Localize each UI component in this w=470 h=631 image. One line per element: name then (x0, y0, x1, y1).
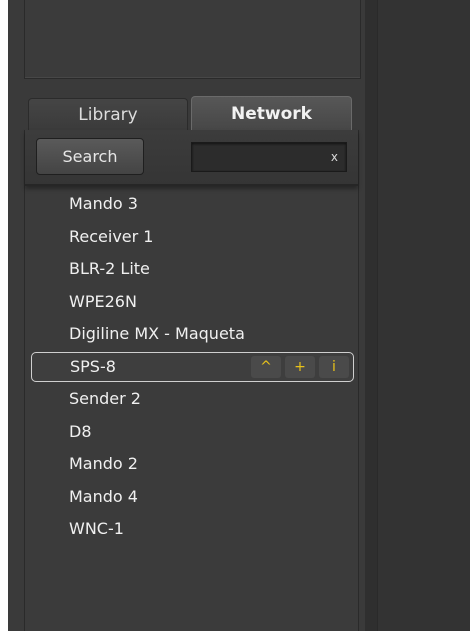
panel-splitter[interactable] (365, 0, 377, 631)
list-item-selected[interactable]: SPS-8 ^ + i (31, 351, 354, 382)
search-bar: Search x (25, 130, 358, 186)
list-item[interactable]: Mando 4 (25, 481, 358, 514)
list-item[interactable]: BLR-2 Lite (25, 253, 358, 286)
list-item[interactable]: WNC-1 (25, 513, 358, 546)
list-item[interactable]: D8 (25, 416, 358, 449)
workspace-area (377, 0, 470, 631)
device-label: Receiver 1 (69, 226, 154, 246)
device-label: Digiline MX - Maqueta (69, 324, 245, 343)
device-label: BLR-2 Lite (69, 259, 150, 278)
list-item[interactable]: Mando 3 (25, 188, 358, 221)
add-icon[interactable]: + (285, 355, 315, 378)
device-label: WPE26N (69, 291, 137, 311)
list-item[interactable]: Mando 2 (25, 448, 358, 481)
item-actions: ^ + i (251, 355, 349, 378)
top-panel-box (24, 0, 361, 79)
device-label: SPS-8 (70, 356, 116, 376)
clear-icon[interactable]: x (331, 148, 338, 166)
info-icon[interactable]: i (319, 355, 349, 378)
network-panel: Search x Mando 3 Receiver 1 BLR-2 Lite W… (24, 130, 359, 631)
search-input[interactable] (196, 146, 328, 170)
list-item[interactable]: WPE26N (25, 286, 358, 319)
tab-library[interactable]: Library (28, 98, 188, 130)
device-label: Mando 2 (69, 454, 138, 473)
device-label: D8 (69, 421, 92, 441)
device-label: Sender 2 (69, 389, 141, 408)
device-label: WNC-1 (69, 519, 124, 538)
move-up-icon[interactable]: ^ (251, 355, 281, 378)
device-label: Mando 4 (69, 486, 138, 506)
search-button[interactable]: Search (36, 138, 144, 175)
tab-network[interactable]: Network (191, 96, 352, 130)
search-field[interactable]: x (191, 142, 347, 172)
list-item[interactable]: Digiline MX - Maqueta (25, 318, 358, 351)
list-item[interactable]: Sender 2 (25, 383, 358, 416)
device-list: Mando 3 Receiver 1 BLR-2 Lite WPE26N Dig… (25, 188, 358, 546)
device-label: Mando 3 (69, 194, 138, 213)
list-item[interactable]: Receiver 1 (25, 221, 358, 254)
